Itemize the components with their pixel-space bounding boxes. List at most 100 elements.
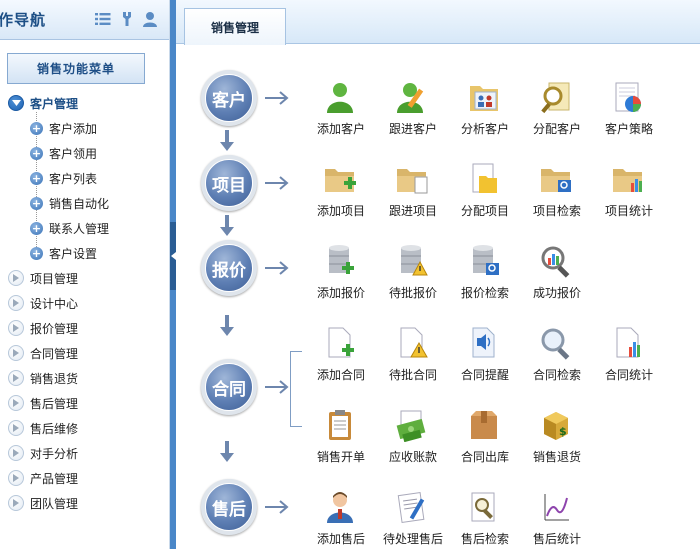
tree-item-customer-list[interactable]: + 客户列表 <box>30 168 97 188</box>
tree-group-quote[interactable]: 报价管理 <box>8 318 78 338</box>
doc-pen-icon <box>397 492 425 523</box>
doc-magnifier-icon <box>471 492 495 522</box>
contract-stats-button[interactable]: 合同统计 <box>592 326 666 396</box>
search-project-button[interactable]: 项目检索 <box>520 162 594 232</box>
database-add-icon <box>329 245 354 274</box>
tree-group-customer[interactable]: 客户管理 <box>8 93 78 113</box>
doc-add-icon <box>328 327 354 358</box>
doc-piechart-icon <box>615 82 641 112</box>
arrow-right-icon <box>265 500 289 514</box>
stage-project[interactable]: 项目 <box>201 155 257 211</box>
person-pencil-icon <box>397 83 424 113</box>
search-quote-button[interactable]: 报价检索 <box>448 244 522 314</box>
tree-group-competitor[interactable]: 对手分析 <box>8 443 78 463</box>
tree-item-add-customer[interactable]: + 客户添加 <box>30 118 97 138</box>
list-icon[interactable] <box>94 10 112 28</box>
follow-customer-button[interactable]: 跟进客户 <box>376 80 450 150</box>
doc-warning-icon <box>400 327 428 358</box>
folder-people-icon <box>470 86 498 111</box>
doc-sound-icon <box>472 327 495 358</box>
pending-quote-button[interactable]: 待批报价 <box>376 244 450 314</box>
box-icon <box>471 411 497 439</box>
sidebar-header: 作导航 <box>0 0 169 40</box>
sales-menu-button[interactable]: 销售功能菜单 <box>7 53 145 84</box>
contract-outbound-button[interactable]: 合同出库 <box>448 408 522 478</box>
stage-contract[interactable]: 合同 <box>201 359 257 415</box>
expand-icon[interactable] <box>8 320 24 336</box>
magnifier-doc-icon <box>541 82 570 114</box>
sales-order-button[interactable]: 销售开单 <box>304 408 378 478</box>
folder-doc-icon <box>397 169 428 194</box>
stage-quote[interactable]: 报价 <box>201 240 257 296</box>
expand-icon[interactable] <box>8 470 24 486</box>
expand-icon[interactable] <box>8 420 24 436</box>
add-after-sales-button[interactable]: 添加售后 <box>304 490 378 549</box>
user-icon[interactable] <box>141 10 159 28</box>
successful-quote-button[interactable]: 成功报价 <box>520 244 594 314</box>
add-customer-button[interactable]: 添加客户 <box>304 80 378 150</box>
search-after-sales-button[interactable]: 售后检索 <box>448 490 522 549</box>
add-quote-button[interactable]: 添加报价 <box>304 244 378 314</box>
assign-project-button[interactable]: 分配项目 <box>448 162 522 232</box>
expand-icon[interactable] <box>8 345 24 361</box>
collapse-icon[interactable] <box>8 95 24 111</box>
customer-strategy-button[interactable]: 客户策略 <box>592 80 666 150</box>
contract-bracket <box>290 351 302 427</box>
database-warning-icon <box>401 245 428 276</box>
person-green-icon <box>327 83 353 113</box>
plus-icon: + <box>30 171 43 185</box>
magnifier-chart-icon <box>541 246 570 278</box>
expand-icon[interactable] <box>8 495 24 511</box>
expand-icon[interactable] <box>8 295 24 311</box>
tree-group-design[interactable]: 设计中心 <box>8 293 78 313</box>
tree-item-contacts[interactable]: + 联系人管理 <box>30 218 109 238</box>
contract-reminder-button[interactable]: 合同提醒 <box>448 326 522 396</box>
doc-folder-icon <box>472 163 497 193</box>
tree-group-repair[interactable]: 售后维修 <box>8 418 78 438</box>
follow-project-button[interactable]: 跟进项目 <box>376 162 450 232</box>
tree-group-sales-return[interactable]: 销售退货 <box>8 368 78 388</box>
wrench-icon[interactable] <box>118 10 136 28</box>
tree-item-claim-customer[interactable]: + 客户领用 <box>30 143 97 163</box>
stage-customer[interactable]: 客户 <box>201 70 257 126</box>
tree-group-team[interactable]: 团队管理 <box>8 493 78 513</box>
add-project-button[interactable]: 添加项目 <box>304 162 378 232</box>
add-contract-button[interactable]: 添加合同 <box>304 326 378 396</box>
dollar-box-icon: $ <box>544 412 568 440</box>
tree-group-after-sales[interactable]: 售后管理 <box>8 393 78 413</box>
folder-add-icon <box>325 169 356 192</box>
tree-group-project[interactable]: 项目管理 <box>8 268 78 288</box>
stage-after-sales[interactable]: 售后 <box>201 479 257 535</box>
tree-group-product[interactable]: 产品管理 <box>8 468 78 488</box>
arrow-down-icon <box>220 441 234 462</box>
arrow-right-icon <box>265 261 289 275</box>
plus-icon: + <box>30 246 43 260</box>
receivables-button[interactable]: 应收账款 <box>376 408 450 478</box>
sales-return-button[interactable]: $ 销售退货 <box>520 408 594 478</box>
arrow-right-icon <box>265 91 289 105</box>
expand-icon[interactable] <box>8 445 24 461</box>
analyze-customer-button[interactable]: 分析客户 <box>448 80 522 150</box>
expand-icon[interactable] <box>8 370 24 386</box>
project-stats-button[interactable]: 项目统计 <box>592 162 666 232</box>
pending-contract-button[interactable]: 待批合同 <box>376 326 450 396</box>
plus-icon: + <box>30 121 43 135</box>
triangle-left-icon <box>170 252 176 260</box>
folder-search-icon <box>541 169 571 192</box>
money-icon <box>396 410 426 442</box>
tree-group-contract[interactable]: 合同管理 <box>8 343 78 363</box>
tab-bar: 销售管理 <box>176 0 700 45</box>
assign-customer-button[interactable]: 分配客户 <box>520 80 594 150</box>
tree-item-customer-settings[interactable]: + 客户设置 <box>30 243 97 263</box>
expand-icon[interactable] <box>8 395 24 411</box>
tree-item-sales-automation[interactable]: + 销售自动化 <box>30 193 109 213</box>
main-panel: 销售管理 客户 项目 报价 合同 售后 添加客户 跟进客户 分析客户 分配客户 … <box>176 0 700 549</box>
line-chart-icon <box>543 494 569 521</box>
pending-after-sales-button[interactable]: 待处理售后 <box>376 490 450 549</box>
search-contract-button[interactable]: 合同检索 <box>520 326 594 396</box>
sidebar-title: 作导航 <box>0 11 47 29</box>
expand-icon[interactable] <box>8 270 24 286</box>
tab-sales-management[interactable]: 销售管理 <box>184 8 286 45</box>
sidebar: 作导航 销售功能菜单 客户管理 + 客户添加 + 客户领用 + 客户列表 + 销… <box>0 0 170 549</box>
after-sales-stats-button[interactable]: 售后统计 <box>520 490 594 549</box>
